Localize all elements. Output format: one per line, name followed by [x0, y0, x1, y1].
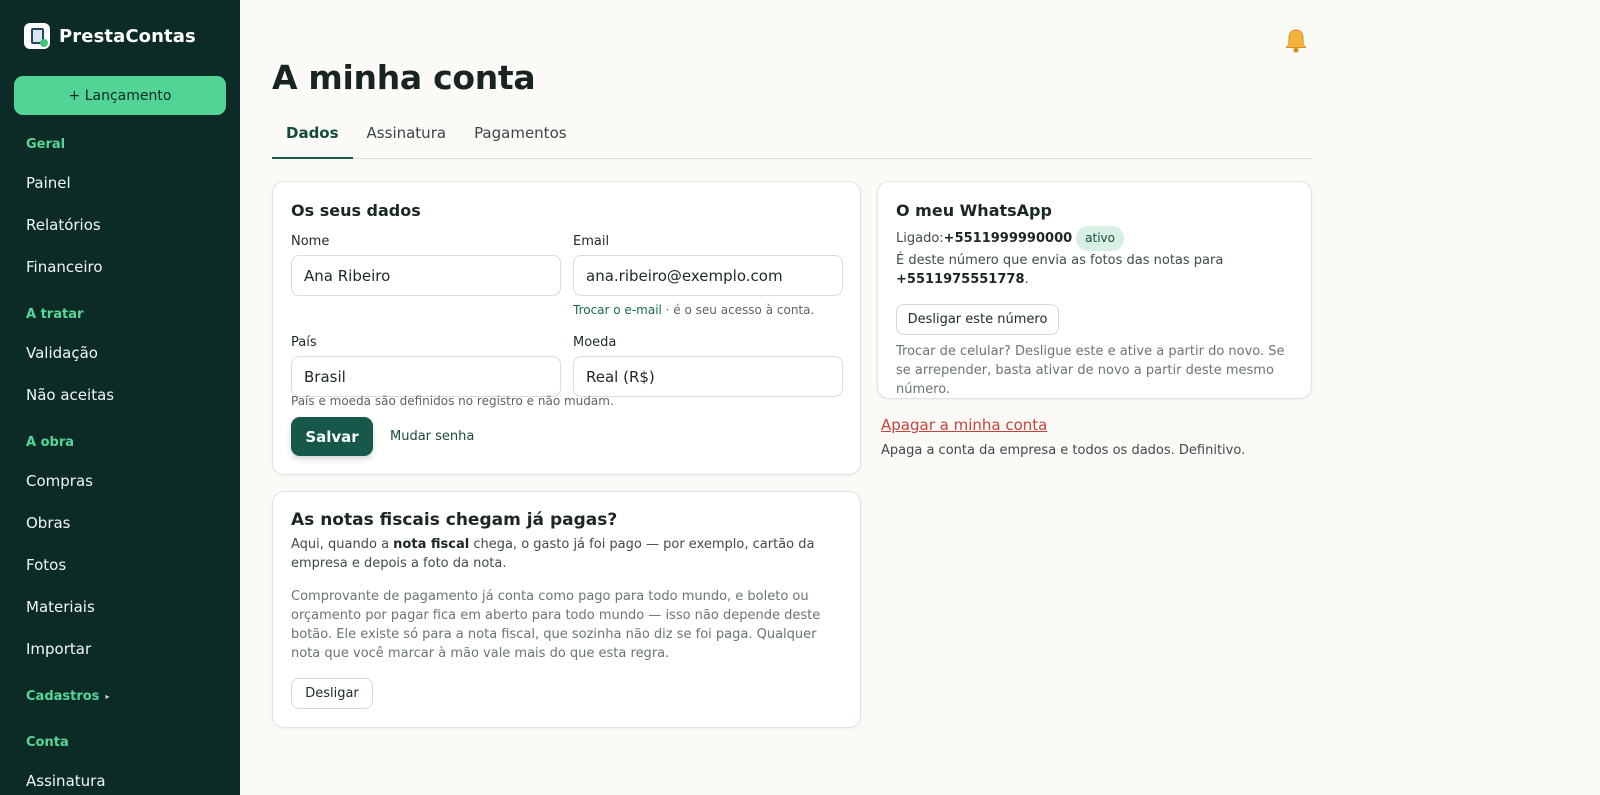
bell-icon[interactable]: [1284, 28, 1308, 54]
invoice-paid-title: As notas fiscais chegam já pagas?: [291, 510, 618, 530]
sidebar-item-assinatura[interactable]: Assinatura: [0, 760, 240, 795]
whatsapp-send-text: É deste número que envia as fotos das no…: [896, 253, 1224, 287]
brand[interactable]: PrestaContas: [24, 23, 196, 49]
change-password-link[interactable]: Mudar senha: [390, 429, 474, 444]
sidebar-item-nao-aceitas[interactable]: Não aceitas: [0, 374, 240, 416]
caret-right-icon: ▸: [105, 691, 110, 701]
country-field: Brasil: [291, 356, 561, 397]
sidebar: PrestaContas + Lançamento Geral Painel R…: [0, 0, 240, 795]
sidebar-nav: Geral Painel Relatórios Financeiro A tra…: [0, 134, 240, 795]
sidebar-item-materiais[interactable]: Materiais: [0, 586, 240, 628]
email-hint-text: · é o seu acesso à conta.: [661, 303, 815, 317]
sidebar-item-obras[interactable]: Obras: [0, 502, 240, 544]
sidebar-item-financeiro[interactable]: Financeiro: [0, 246, 240, 288]
tab-dados[interactable]: Dados: [272, 118, 353, 159]
disconnect-number-button[interactable]: Desligar este número: [896, 304, 1059, 335]
currency-field: Real (R$): [573, 356, 843, 397]
nav-section-cadastros-label: Cadastros: [26, 688, 100, 704]
country-label: País: [291, 335, 317, 350]
sidebar-item-painel[interactable]: Painel: [0, 162, 240, 204]
sidebar-item-fotos[interactable]: Fotos: [0, 544, 240, 586]
whatsapp-linked-number: +5511999990000: [943, 231, 1073, 246]
sidebar-item-importar[interactable]: Importar: [0, 628, 240, 670]
currency-label: Moeda: [573, 335, 617, 350]
delete-account-link[interactable]: Apagar a minha conta: [881, 416, 1047, 434]
email-label: Email: [573, 234, 610, 249]
new-entry-button[interactable]: + Lançamento: [14, 76, 226, 115]
page-title: A minha conta: [272, 58, 536, 97]
whatsapp-change-text: Trocar de celular? Desligue este e ative…: [896, 344, 1285, 397]
status-badge: ativo: [1076, 226, 1124, 251]
email-hint: Trocar o e-mail · é o seu acesso à conta…: [573, 303, 814, 317]
sidebar-item-compras[interactable]: Compras: [0, 460, 240, 502]
account-tabs: Dados Assinatura Pagamentos: [272, 118, 1312, 159]
disable-invoice-paid-button[interactable]: Desligar: [291, 678, 373, 709]
nav-section-cadastros[interactable]: Cadastros ▸: [0, 686, 240, 706]
nav-section-geral: Geral: [26, 136, 66, 152]
tab-assinatura[interactable]: Assinatura: [353, 118, 461, 159]
name-label: Nome: [291, 234, 330, 249]
personal-data-card: Os seus dados Nome Ana Ribeiro Email ana…: [272, 181, 861, 475]
delete-account-hint: Apaga a conta da empresa e todos os dado…: [881, 443, 1246, 458]
nav-section-a-tratar: A tratar: [26, 306, 84, 322]
email-field[interactable]: ana.ribeiro@exemplo.com: [573, 255, 843, 296]
change-email-link[interactable]: Trocar o e-mail: [573, 303, 662, 317]
save-button[interactable]: Salvar: [291, 417, 373, 456]
personal-data-title: Os seus dados: [291, 201, 421, 220]
nav-section-a-obra: A obra: [26, 434, 75, 450]
brand-name: PrestaContas: [59, 25, 196, 47]
whatsapp-card: O meu WhatsApp Ligado: +5511999990000 at…: [877, 181, 1312, 399]
tab-pagamentos[interactable]: Pagamentos: [460, 118, 581, 159]
invoice-paid-description: Aqui, quando a nota fiscal chega, o gast…: [291, 537, 815, 571]
whatsapp-linked-label: Ligado:: [896, 231, 944, 246]
invoice-paid-explanation: Comprovante de pagamento já conta como p…: [291, 589, 821, 661]
whatsapp-linked-row: Ligado: +5511999990000 ativo: [896, 226, 1124, 251]
name-field[interactable]: Ana Ribeiro: [291, 255, 561, 296]
sidebar-item-validacao[interactable]: Validação: [0, 332, 240, 374]
invoice-paid-card: As notas fiscais chegam já pagas? Aqui, …: [272, 491, 861, 728]
country-currency-hint: País e moeda são definidos no registro e…: [291, 394, 614, 408]
nav-section-conta: Conta: [26, 734, 69, 750]
whatsapp-title: O meu WhatsApp: [896, 201, 1052, 220]
app-logo-icon: [24, 23, 50, 49]
sidebar-item-relatorios[interactable]: Relatórios: [0, 204, 240, 246]
